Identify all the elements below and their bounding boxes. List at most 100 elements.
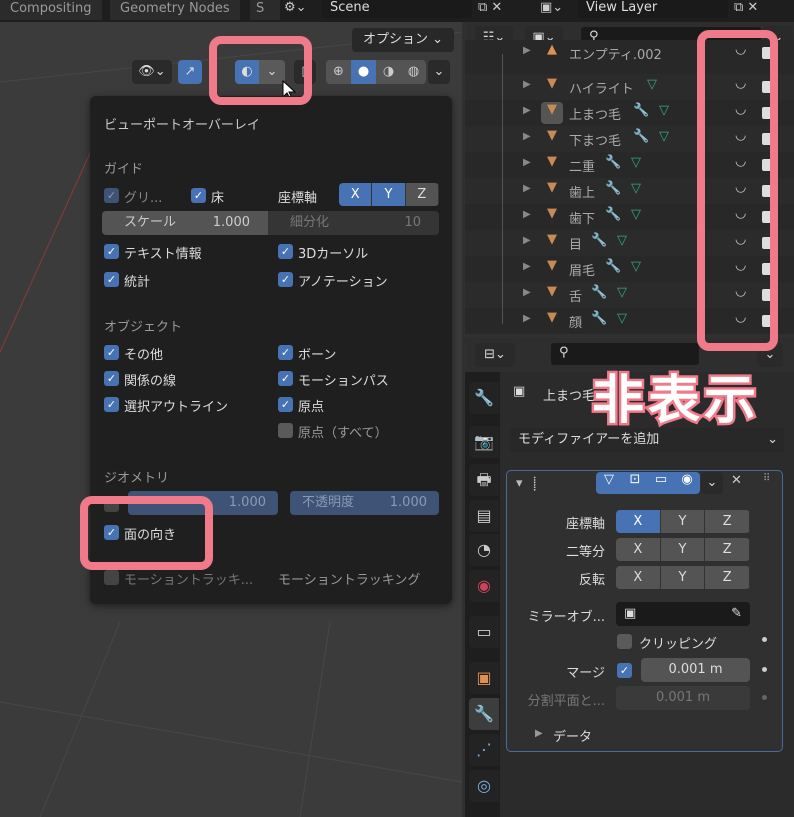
mesh-data-icon[interactable]: ▽ — [631, 181, 641, 196]
copy-scene-icon[interactable]: ⧉ ✕ — [478, 0, 502, 15]
merge-checkbox[interactable]: ✓ — [617, 663, 632, 678]
gizmo-toggle-icon[interactable]: ↗ — [178, 60, 202, 84]
axis-y[interactable]: Y — [660, 510, 706, 533]
scene-field[interactable]: Scene — [322, 0, 472, 18]
expand-arrow-icon[interactable]: ▶ — [523, 313, 531, 324]
annotation-checkbox[interactable]: ✓ — [278, 272, 293, 287]
tool-tab-icon[interactable]: 🔧 — [469, 382, 499, 414]
visibility-selector[interactable]: 👁⌄ — [132, 60, 172, 84]
mesh-data-icon[interactable]: ▽ — [631, 207, 641, 222]
tab-compositing[interactable]: Compositing — [0, 0, 102, 20]
expand-arrow-icon[interactable]: ▶ — [523, 261, 531, 272]
physics-tab-icon[interactable]: ◎ — [469, 770, 499, 802]
copy-view-layer-icon[interactable]: ⧉ ✕ — [734, 0, 758, 15]
drag-handle-icon[interactable]: ⠿ — [763, 473, 770, 484]
rendered-shading-icon[interactable]: ◍ — [401, 60, 426, 84]
mesh-data-icon[interactable]: ▽ — [659, 103, 669, 118]
options-dropdown[interactable]: オプション ⌄ — [352, 28, 454, 52]
world-tab-icon[interactable]: ◉ — [469, 570, 499, 602]
object-name[interactable]: 下まつ毛 — [569, 130, 621, 149]
keyframe-dot-icon[interactable] — [762, 667, 767, 672]
modifier-wrench-icon[interactable]: 🔧 — [605, 207, 621, 222]
text-info-checkbox[interactable]: ✓ — [104, 244, 119, 259]
bisect-x[interactable]: X — [616, 538, 661, 561]
expand-arrow-icon[interactable]: ▶ — [535, 728, 543, 739]
opacity-field[interactable]: 不透明度 1.000 — [290, 491, 439, 515]
expand-arrow-icon[interactable]: ▶ — [523, 79, 531, 90]
view-layer-field[interactable]: View Layer — [578, 0, 728, 18]
mesh-data-icon[interactable]: ▽ — [617, 285, 627, 300]
expand-arrow-icon[interactable]: ▶ — [523, 209, 531, 220]
modifier-wrench-icon[interactable]: 🔧 — [591, 311, 607, 326]
expand-arrow-icon[interactable]: ▶ — [523, 183, 531, 194]
scene-tab-icon[interactable]: ◔ — [469, 534, 499, 566]
bones-checkbox[interactable]: ✓ — [278, 345, 293, 360]
axis-z[interactable]: Z — [705, 510, 750, 533]
modifier-wrench-icon[interactable]: 🔧 — [591, 233, 607, 248]
object-name[interactable]: 眉毛 — [569, 260, 595, 279]
axis-x[interactable]: X — [616, 510, 661, 533]
origins-all-checkbox[interactable] — [278, 423, 293, 438]
flip-x[interactable]: X — [616, 566, 661, 589]
collection-tab-icon[interactable]: ▭ — [469, 616, 499, 648]
axis-x-toggle[interactable]: X — [339, 183, 373, 206]
object-name[interactable]: ハイライト — [569, 78, 634, 97]
mesh-data-icon[interactable]: ▽ — [617, 311, 627, 326]
extras-checkbox[interactable]: ✓ — [104, 345, 119, 360]
object-name[interactable]: 歯上 — [569, 182, 595, 201]
axis-z-toggle[interactable]: Z — [405, 183, 439, 206]
3d-cursor-checkbox[interactable]: ✓ — [278, 244, 293, 259]
viewport-toggle-icon[interactable]: ▭ — [648, 472, 674, 494]
grid-checkbox[interactable]: ✓ — [104, 188, 119, 203]
motion-paths-checkbox[interactable]: ✓ — [278, 371, 293, 386]
modifier-wrench-icon[interactable]: 🔧 — [605, 155, 621, 170]
relationship-lines-checkbox[interactable]: ✓ — [104, 371, 119, 386]
outline-selected-checkbox[interactable]: ✓ — [104, 397, 119, 412]
particles-tab-icon[interactable]: ⋰ — [469, 734, 499, 766]
wireframe-shading-icon[interactable]: ⊕ — [326, 60, 351, 84]
keyframe-dot-icon[interactable] — [762, 695, 767, 700]
view-layer-tab-icon[interactable]: ▤ — [469, 500, 499, 532]
view-layer-icon[interactable]: ▣⌄ — [540, 0, 563, 15]
mesh-data-icon[interactable]: ▽ — [631, 155, 641, 170]
scale-field[interactable]: スケール 1.000 — [102, 211, 268, 235]
collapse-arrow-icon[interactable]: ▾ — [516, 476, 523, 491]
mesh-data-icon[interactable]: ▽ — [659, 129, 669, 144]
modifier-wrench-icon[interactable]: 🔧 — [633, 103, 649, 118]
remove-modifier-close-icon[interactable]: ✕ — [731, 473, 742, 488]
motion-tracking-checkbox[interactable] — [104, 570, 119, 585]
bisect-distance-field[interactable]: 0.001 m — [616, 686, 750, 710]
object-name[interactable]: 上まつ毛 — [569, 104, 621, 123]
object-name[interactable]: 舌 — [569, 286, 582, 305]
expand-arrow-icon[interactable]: ▶ — [523, 235, 531, 246]
expand-arrow-icon[interactable]: ▶ — [523, 287, 531, 298]
object-name[interactable]: エンプティ.002 — [569, 44, 662, 63]
mesh-data-icon[interactable]: ▽ — [617, 233, 627, 248]
modifier-tab-icon[interactable]: 🔧 — [469, 698, 499, 730]
mirror-object-field[interactable]: ▣ ✎ — [616, 602, 750, 626]
shading-options-chevron-icon[interactable]: ⌄ — [428, 60, 450, 84]
statistics-checkbox[interactable]: ✓ — [104, 272, 119, 287]
floor-checkbox[interactable]: ✓ — [191, 188, 206, 203]
flip-z[interactable]: Z — [705, 566, 750, 589]
modifier-wrench-icon[interactable]: 🔧 — [605, 181, 621, 196]
bisect-y[interactable]: Y — [660, 538, 706, 561]
object-name[interactable]: 顔 — [569, 312, 582, 331]
modifier-wrench-icon[interactable]: 🔧 — [633, 129, 649, 144]
expand-arrow-icon[interactable]: ▶ — [523, 45, 531, 56]
object-name[interactable]: 二重 — [569, 156, 595, 175]
merge-distance-field[interactable]: 0.001 m — [641, 658, 750, 682]
flip-y[interactable]: Y — [660, 566, 706, 589]
render-tab-icon[interactable]: 📷 — [469, 426, 499, 458]
modifier-wrench-icon[interactable]: 🔧 — [605, 259, 621, 274]
expand-arrow-icon[interactable]: ▶ — [523, 131, 531, 142]
subdivisions-field[interactable]: 細分化 10 — [268, 211, 439, 235]
mesh-data-icon[interactable]: ▽ — [647, 77, 657, 92]
scene-icon[interactable]: ⚙⌄ — [284, 0, 320, 20]
material-shading-icon[interactable]: ◑ — [376, 60, 401, 84]
clipping-checkbox[interactable] — [617, 634, 632, 649]
expand-arrow-icon[interactable]: ▶ — [523, 157, 531, 168]
output-tab-icon[interactable]: 🖶 — [469, 464, 499, 496]
solid-shading-icon[interactable]: ● — [351, 60, 376, 84]
object-tab-icon[interactable]: ▣ — [469, 662, 499, 694]
